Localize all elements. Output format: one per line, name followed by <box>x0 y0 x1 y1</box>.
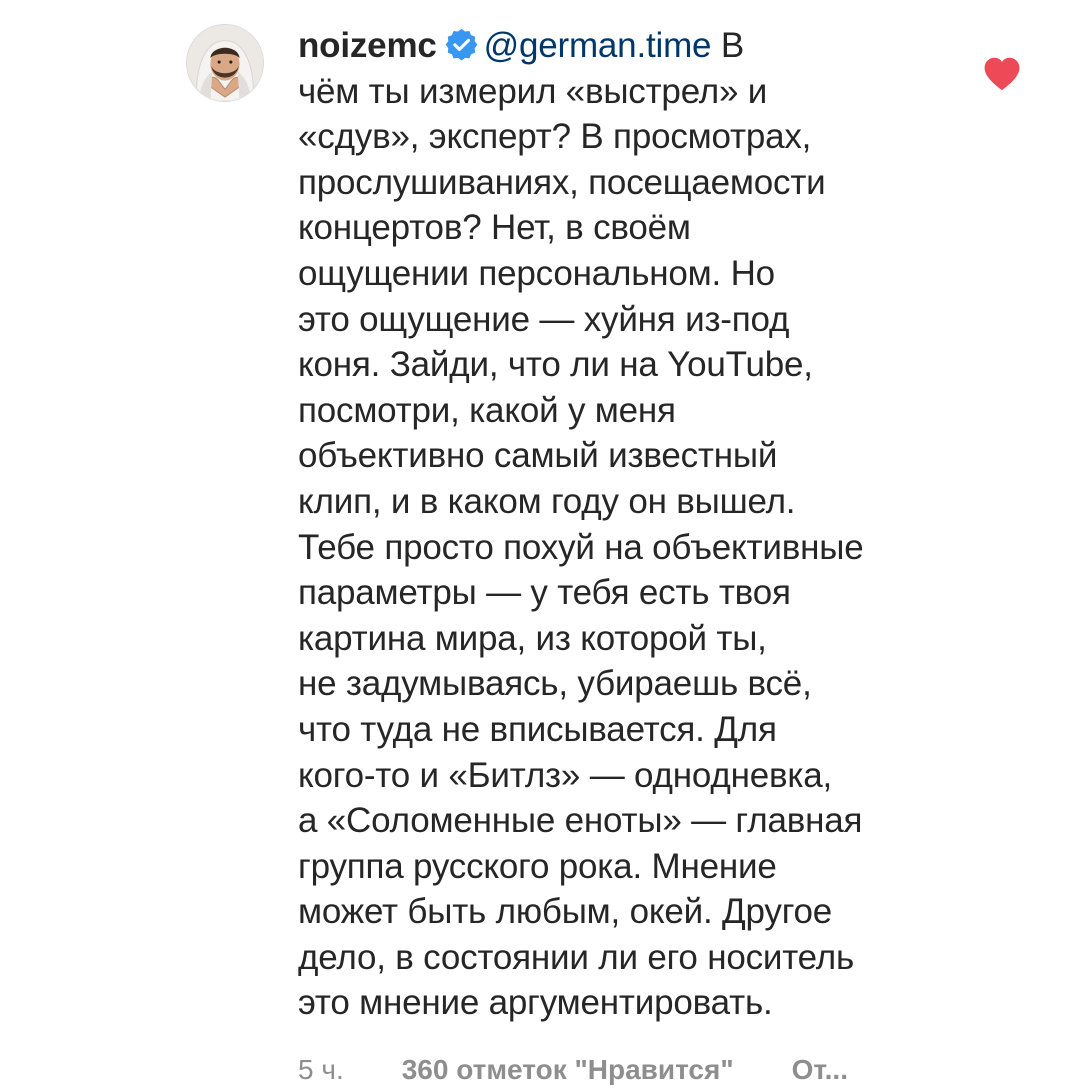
comment-text: noizemc @german.time В чём ты измерил «вы… <box>298 23 968 1026</box>
comment-line: клип, и в каком году он вышел. <box>298 481 796 521</box>
comment-line: «сдув», эксперт? В просмотрах, <box>298 117 812 157</box>
user-avatar[interactable] <box>186 24 264 102</box>
comment-line: Тебе просто похуй на объективные <box>298 527 864 567</box>
reply-button[interactable]: От... <box>792 1050 848 1090</box>
comment-line: не задумываясь, убираешь всё, <box>298 664 812 704</box>
comment-line: В <box>720 26 744 65</box>
comment-line: кого-то и «Битлз» — однодневка, <box>298 755 833 795</box>
like-heart-icon[interactable] <box>983 57 1021 91</box>
comment-line: дело, в состоянии ли его носитель <box>298 937 855 977</box>
comment-line: может быть любым, окей. Другое <box>298 892 833 932</box>
comment-line: прослушиваниях, посещаемости <box>298 162 826 202</box>
comment: noizemc @german.time В чём ты измерил «вы… <box>0 0 1080 1090</box>
likes-count-link[interactable]: 360 отметок "Нравится" <box>402 1050 734 1090</box>
comment-line: чём ты измерил «выстрел» и <box>298 71 768 111</box>
verified-badge-icon <box>445 28 478 61</box>
comment-line: что туда не вписывается. Для <box>298 709 777 749</box>
username-link[interactable]: noizemc <box>298 26 437 65</box>
comment-meta: 5 ч. 360 отметок "Нравится" От... <box>298 1050 848 1090</box>
avatar-photo-icon <box>187 25 263 101</box>
comment-line: это ощущение — хуйня из-под <box>298 299 790 339</box>
comment-line: посмотри, какой у меня <box>298 390 676 430</box>
comment-line: ощущении персональном. Но <box>298 253 775 293</box>
mention-link[interactable]: @german.time <box>484 26 712 65</box>
comment-line: объективно самый известный <box>298 436 778 476</box>
comment-timestamp: 5 ч. <box>298 1054 344 1085</box>
comment-line: это мнение аргументировать. <box>298 983 773 1023</box>
comment-line: картина мира, из которой ты, <box>298 618 767 658</box>
comment-line: а «Соломенные еноты» — главная <box>298 801 863 841</box>
comment-line: коня. Зайди, что ли на YouTube, <box>298 345 813 385</box>
comment-first-line: noizemc @german.time В <box>298 23 968 69</box>
comment-line: концертов? Нет, в своём <box>298 208 691 248</box>
comment-line: группа русского рока. Мнение <box>298 846 777 886</box>
comment-line: параметры — у тебя есть твоя <box>298 573 791 613</box>
